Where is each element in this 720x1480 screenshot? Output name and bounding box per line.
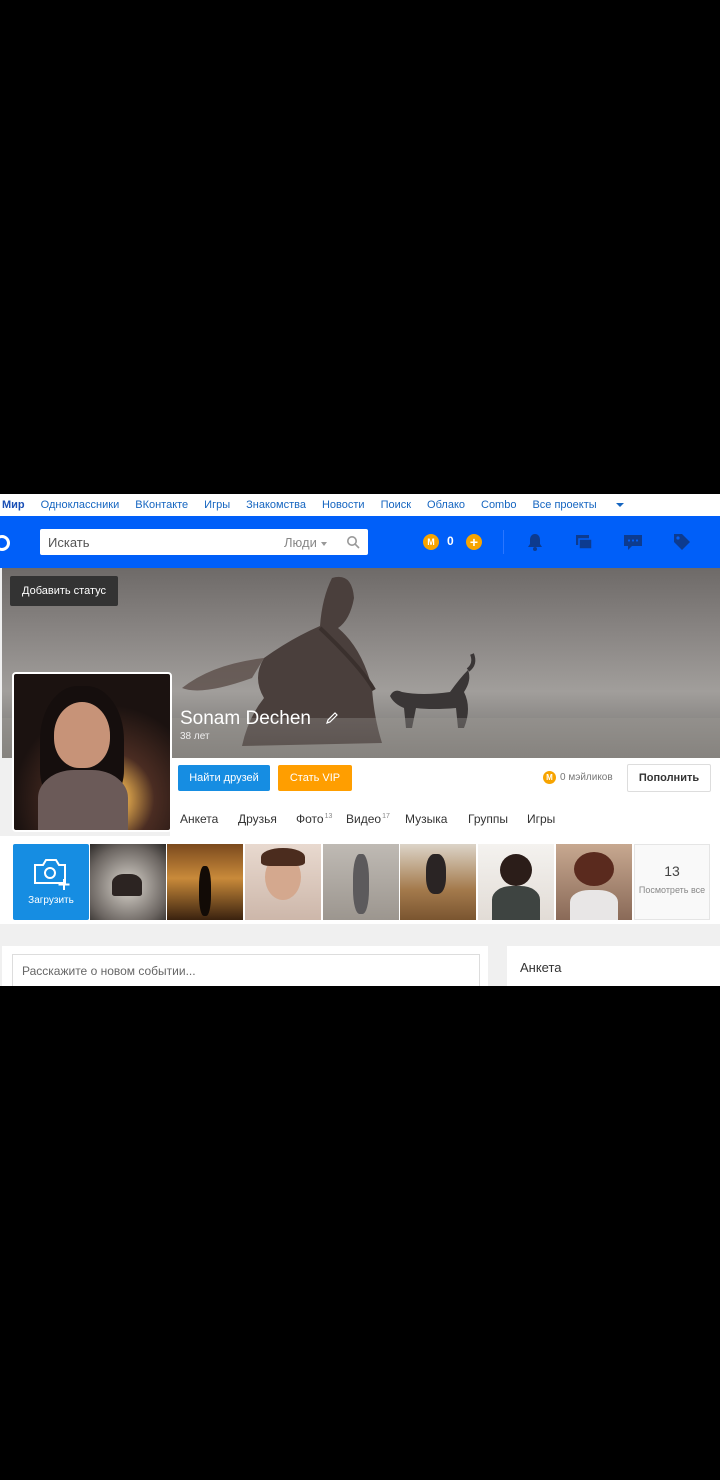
search-icon[interactable] — [346, 535, 360, 549]
chevron-down-icon — [615, 503, 624, 508]
mailiks-balance: 0 мэйликов — [560, 772, 613, 783]
tab-label: Группы — [468, 812, 508, 826]
thumbnail-figure — [353, 854, 369, 914]
tab-count: 17 — [382, 813, 390, 820]
project-link-odnoklassniki[interactable]: Одноклассники — [41, 499, 120, 511]
photo-thumbnail[interactable] — [90, 844, 166, 920]
all-projects-menu[interactable]: Все проекты — [532, 499, 624, 511]
profile-age: 38 лет — [180, 731, 210, 742]
photo-thumbnail[interactable] — [556, 844, 632, 920]
tab-groups[interactable]: Группы — [468, 812, 508, 826]
photo-strip: Загрузить 13 Посмотреть все — [0, 836, 720, 924]
thumbnail-figure — [112, 874, 142, 896]
profile-tabs: Анкета Друзья Фото13 Видео17 Музыка Груп… — [170, 798, 720, 836]
view-all-label: Посмотреть все — [638, 885, 706, 895]
photos-count: 13 — [664, 863, 680, 879]
project-link-mir[interactable]: Мир — [2, 499, 25, 511]
search-box: Люди — [40, 529, 368, 555]
top-up-button[interactable]: Пополнить — [627, 764, 711, 792]
thumbnail-figure — [570, 890, 618, 920]
project-link-games[interactable]: Игры — [204, 499, 230, 511]
search-scope-label: Люди — [284, 535, 317, 550]
top-header: Люди М 0 + — [0, 516, 720, 568]
tab-label: Игры — [527, 812, 556, 826]
thumbnail-figure — [199, 866, 211, 916]
header-divider — [503, 530, 504, 554]
project-link-news[interactable]: Новости — [322, 499, 365, 511]
tab-games[interactable]: Игры — [527, 812, 555, 826]
tab-music[interactable]: Музыка — [405, 812, 447, 826]
photo-thumbnail[interactable] — [245, 844, 321, 920]
project-link-search[interactable]: Поиск — [381, 499, 411, 511]
avatar-body — [38, 770, 128, 830]
tab-count: 13 — [324, 813, 333, 820]
tab-friends[interactable]: Друзья — [238, 812, 277, 826]
add-coins-button[interactable]: + — [466, 534, 482, 550]
tab-label: Анкета — [180, 812, 219, 826]
profile-action-bar: Найти друзей Стать VIP М 0 мэйликов Попо… — [170, 758, 720, 798]
tab-anketa[interactable]: Анкета — [180, 812, 218, 826]
mailik-coin-icon: М — [543, 771, 556, 784]
projects-bar: Мир Одноклассники ВКонтакте Игры Знакомс… — [0, 494, 720, 516]
tab-label: Музыка — [405, 812, 448, 826]
anketa-panel: Анкета — [507, 946, 720, 986]
all-projects-label: Все проекты — [532, 499, 597, 511]
tab-label: Друзья — [238, 812, 277, 826]
upload-photo-button[interactable]: Загрузить — [13, 844, 89, 920]
feed-composer — [2, 946, 488, 986]
find-friends-button[interactable]: Найти друзей — [178, 765, 270, 791]
become-vip-button[interactable]: Стать VIP — [278, 765, 352, 791]
profile-name: Sonam Dechen — [180, 708, 311, 729]
photo-thumbnail[interactable] — [167, 844, 243, 920]
search-input[interactable] — [48, 529, 268, 555]
project-link-dating[interactable]: Знакомства — [246, 499, 306, 511]
tab-label: Видео — [346, 812, 382, 826]
coin-balance: 0 — [447, 534, 454, 548]
view-all-photos-button[interactable]: 13 Посмотреть все — [634, 844, 710, 920]
profile-avatar[interactable] — [12, 672, 172, 832]
photo-thumbnail[interactable] — [400, 844, 476, 920]
tab-label: Фото — [296, 812, 324, 826]
thumbnail-figure — [426, 854, 446, 894]
thumbnail-figure — [574, 852, 614, 886]
bell-icon[interactable] — [525, 532, 545, 552]
edit-pencil-icon[interactable] — [325, 711, 339, 725]
photo-thumbnail[interactable] — [323, 844, 399, 920]
chevron-down-icon — [320, 541, 327, 546]
thumbnail-figure — [500, 854, 532, 886]
photos-icon[interactable] — [574, 532, 594, 552]
anketa-title: Анкета — [520, 960, 562, 975]
tab-video[interactable]: Видео17 — [346, 812, 390, 826]
logo-icon[interactable] — [0, 535, 10, 551]
messages-icon[interactable] — [623, 532, 643, 552]
thumbnail-figure — [492, 886, 540, 920]
project-link-cloud[interactable]: Облако — [427, 499, 465, 511]
thumbnail-figure — [261, 848, 305, 866]
avatar-face — [54, 702, 110, 768]
add-status-button[interactable]: Добавить статус — [10, 576, 118, 606]
tag-icon[interactable] — [672, 532, 692, 552]
tab-photos[interactable]: Фото13 — [296, 812, 332, 826]
mailik-coin-icon[interactable]: М — [423, 534, 439, 550]
project-link-vkontakte[interactable]: ВКонтакте — [135, 499, 188, 511]
project-link-combo[interactable]: Combo — [481, 499, 516, 511]
photo-thumbnail[interactable] — [478, 844, 554, 920]
camera-add-icon — [34, 859, 70, 890]
new-event-input[interactable] — [12, 954, 480, 986]
browser-viewport: Мир Одноклассники ВКонтакте Игры Знакомс… — [0, 494, 720, 986]
search-scope-select[interactable]: Люди — [284, 535, 327, 550]
upload-label: Загрузить — [28, 895, 74, 906]
